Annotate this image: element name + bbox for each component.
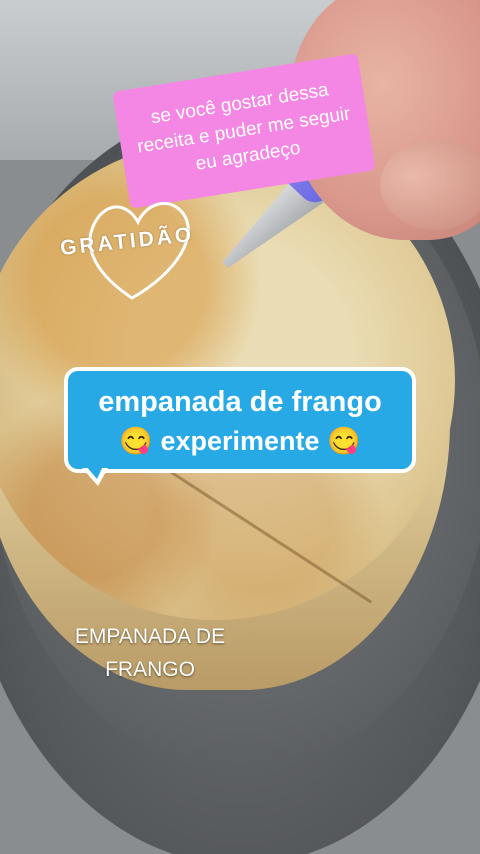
title-line-2: 😋 experimente 😋 [119,426,361,456]
title-bubble: empanada de frango 😋 experimente 😋 [64,367,416,473]
gratitude-sticker: GRATIDÃO [59,190,220,310]
finger [380,140,480,230]
title-line-1: empanada de frango [98,386,382,418]
bubble-tail-fill [86,466,103,479]
caption-text: EMPANADA DE FRANGO [74,625,226,681]
